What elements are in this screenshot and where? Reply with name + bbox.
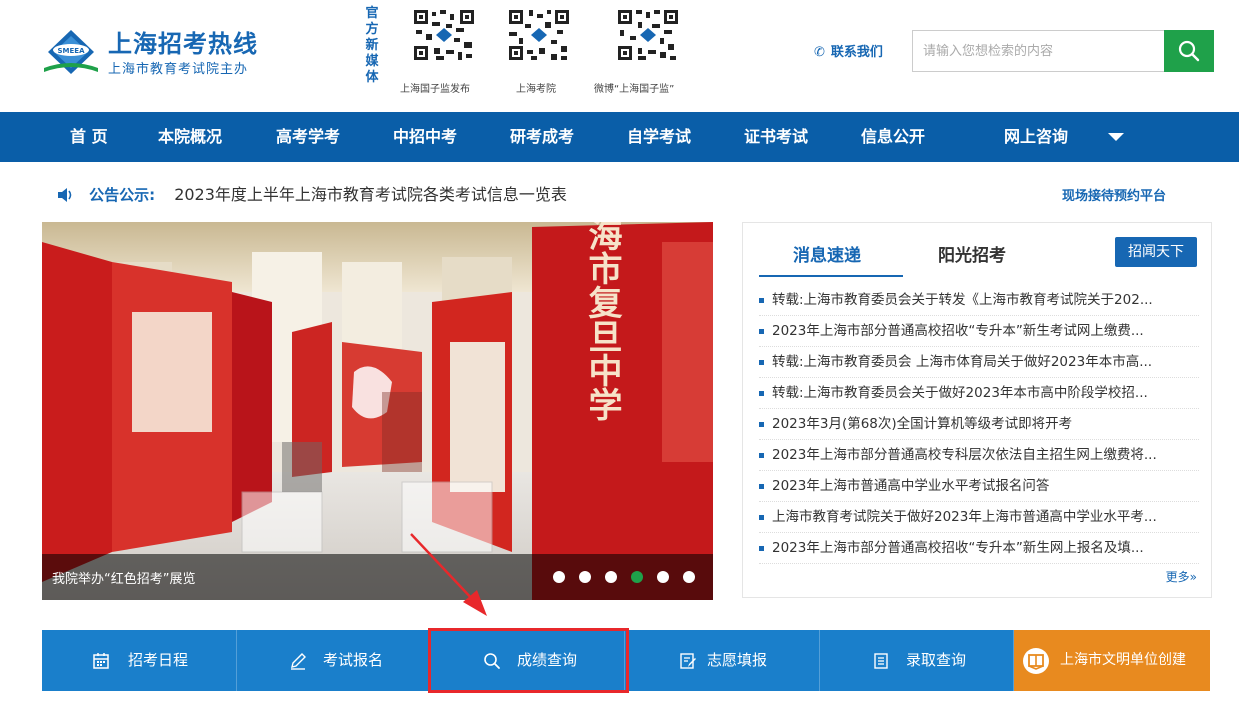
list-item[interactable]: 上海市教育考试院关于做好2023年上海市普通高中学业水平考... (759, 502, 1199, 533)
list-item[interactable]: 2023年上海市普通高中学业水平考试报名问答 (759, 471, 1199, 502)
media-label: 官方新媒体 (365, 6, 379, 85)
carousel-dot[interactable] (553, 571, 565, 583)
more-link[interactable]: 更多» (1166, 568, 1197, 585)
nav-item-disclosure[interactable]: 信息公开 (861, 112, 925, 162)
list-item[interactable]: 2023年上海市部分普通高校招收“专升本”新生网上报名及填... (759, 533, 1199, 564)
site-logo[interactable]: SMEEA 上海招考热线 上海市教育考试院主办 (42, 24, 282, 84)
search-button[interactable] (1164, 30, 1214, 72)
qr-code-icon (616, 8, 680, 62)
bullet-icon (759, 359, 764, 365)
nav-item-gaokao[interactable]: 高考学考 (276, 112, 340, 162)
carousel-dot[interactable] (605, 571, 617, 583)
bullet-icon (759, 514, 764, 520)
logo-title: 上海招考热线 (108, 30, 258, 58)
qr-caption-2: 上海考院 (516, 84, 556, 95)
banner-carousel[interactable]: 上海市复旦中学 我院举办“红色招考”展览 (42, 222, 713, 600)
quick-link-label: 录取查询 (906, 651, 967, 669)
chevron-down-icon[interactable] (1108, 133, 1124, 141)
bullet-icon (759, 452, 764, 458)
quick-link-label: 考试报名 (323, 651, 384, 669)
bullet-icon (759, 297, 764, 303)
header: SMEEA 上海招考热线 上海市教育考试院主办 官方新媒体 上海国子监发布 上海… (0, 0, 1239, 112)
bullet-icon (759, 483, 764, 489)
quick-link-label: 招考日程 (128, 651, 189, 669)
search-input[interactable] (912, 30, 1164, 72)
reception-link[interactable]: 现场接待预约平台 (1062, 185, 1166, 204)
notice-link[interactable]: 2023年度上半年上海市教育考试院各类考试信息一览表 (174, 185, 567, 204)
quick-link-registration[interactable]: 考试报名 (237, 630, 431, 691)
calendar-icon (93, 653, 109, 669)
logo-subtitle: 上海市教育考试院主办 (108, 62, 249, 77)
qr-caption-1: 上海国子监发布 (400, 84, 470, 95)
nav-item-home[interactable]: 首 页 (70, 112, 108, 162)
bullet-icon (759, 328, 764, 334)
list-item[interactable]: 2023年上海市部分普通高校招收“专升本”新生考试网上缴费... (759, 316, 1199, 347)
smeea-logo-icon: SMEEA (44, 30, 98, 74)
tab-sunshine-admissions[interactable]: 阳光招考 (938, 241, 1006, 266)
banner-caption[interactable]: 我院举办“红色招考”展览 (52, 568, 195, 587)
news-world-button[interactable]: 招闻天下 (1115, 237, 1197, 267)
quick-link-application[interactable]: 志愿填报 (625, 630, 820, 691)
qr-caption-3: 微博“上海国子监” (594, 84, 675, 95)
quick-link-admission-query[interactable]: 录取查询 (820, 630, 1014, 691)
banner-caption-bar: 我院举办“红色招考”展览 (42, 554, 713, 600)
qr-code-icon (412, 8, 476, 62)
contact-label: 联系我们 (830, 45, 883, 60)
nav-item-zhongkao[interactable]: 中招中考 (393, 112, 457, 162)
bullet-icon (759, 421, 764, 427)
news-list: 转载:上海市教育委员会关于转发《上海市教育考试院关于202... 2023年上海… (759, 285, 1199, 564)
list-icon (874, 653, 888, 669)
banner-image-text: 上海市复旦中学 (582, 222, 622, 421)
nav-item-consult[interactable]: 网上咨询 (1004, 112, 1068, 162)
bullet-icon (759, 545, 764, 551)
notice-bar: 公告公示: 2023年度上半年上海市教育考试院各类考试信息一览表 (56, 180, 567, 208)
list-item[interactable]: 转载:上海市教育委员会 上海市体育局关于做好2023年本市高... (759, 347, 1199, 378)
speaker-icon (56, 181, 74, 209)
nav-item-self-study[interactable]: 自学考试 (627, 112, 691, 162)
tab-underline (759, 275, 903, 277)
nav-item-yankao[interactable]: 研考成考 (510, 112, 574, 162)
logo-badge-text: SMEEA (58, 47, 86, 55)
main-nav: 首 页 本院概况 高考学考 中招中考 研考成考 自学考试 证书考试 信息公开 网… (0, 112, 1239, 162)
tab-news-express[interactable]: 消息速递 (793, 241, 861, 266)
quick-link-label: 成绩查询 (517, 651, 578, 669)
news-panel: 消息速递 阳光招考 招闻天下 转载:上海市教育委员会关于转发《上海市教育考试院关… (742, 222, 1212, 598)
qr-code-icon (507, 8, 571, 62)
nav-item-certificate[interactable]: 证书考试 (744, 112, 808, 162)
pencil-icon (291, 653, 306, 670)
page: SMEEA 上海招考热线 上海市教育考试院主办 官方新媒体 上海国子监发布 上海… (0, 0, 1239, 705)
quick-links-bar: 招考日程 考试报名 成绩查询 志愿填报 录取查询 上海市文明单位创建 (42, 630, 1210, 691)
book-icon (1023, 648, 1049, 674)
carousel-dot[interactable] (657, 571, 669, 583)
quick-link-score-query[interactable]: 成绩查询 (431, 630, 625, 691)
list-item[interactable]: 转载:上海市教育委员会关于转发《上海市教育考试院关于202... (759, 285, 1199, 316)
carousel-dot-active[interactable] (631, 571, 643, 583)
list-item[interactable]: 2023年3月(第68次)全国计算机等级考试即将开考 (759, 409, 1199, 440)
bullet-icon (759, 390, 764, 396)
phone-icon: ✆ (814, 45, 825, 60)
list-item[interactable]: 2023年上海市部分普通高校专科层次依法自主招生网上缴费将... (759, 440, 1199, 471)
search-icon (484, 653, 500, 669)
nav-item-about[interactable]: 本院概况 (158, 112, 222, 162)
quick-link-label: 上海市文明单位创建 (1060, 652, 1186, 668)
contact-link[interactable]: ✆ 联系我们 (814, 41, 883, 60)
quick-link-schedule[interactable]: 招考日程 (42, 630, 237, 691)
quick-link-civilized-unit[interactable]: 上海市文明单位创建 (1014, 630, 1210, 691)
carousel-dot[interactable] (579, 571, 591, 583)
notice-label: 公告公示: (89, 185, 156, 204)
carousel-dot[interactable] (683, 571, 695, 583)
search-icon (1178, 40, 1200, 62)
form-icon (680, 653, 696, 669)
banner-image: 上海市复旦中学 (42, 222, 713, 600)
quick-link-label: 志愿填报 (707, 651, 768, 669)
list-item[interactable]: 转载:上海市教育委员会关于做好2023年本市高中阶段学校招... (759, 378, 1199, 409)
